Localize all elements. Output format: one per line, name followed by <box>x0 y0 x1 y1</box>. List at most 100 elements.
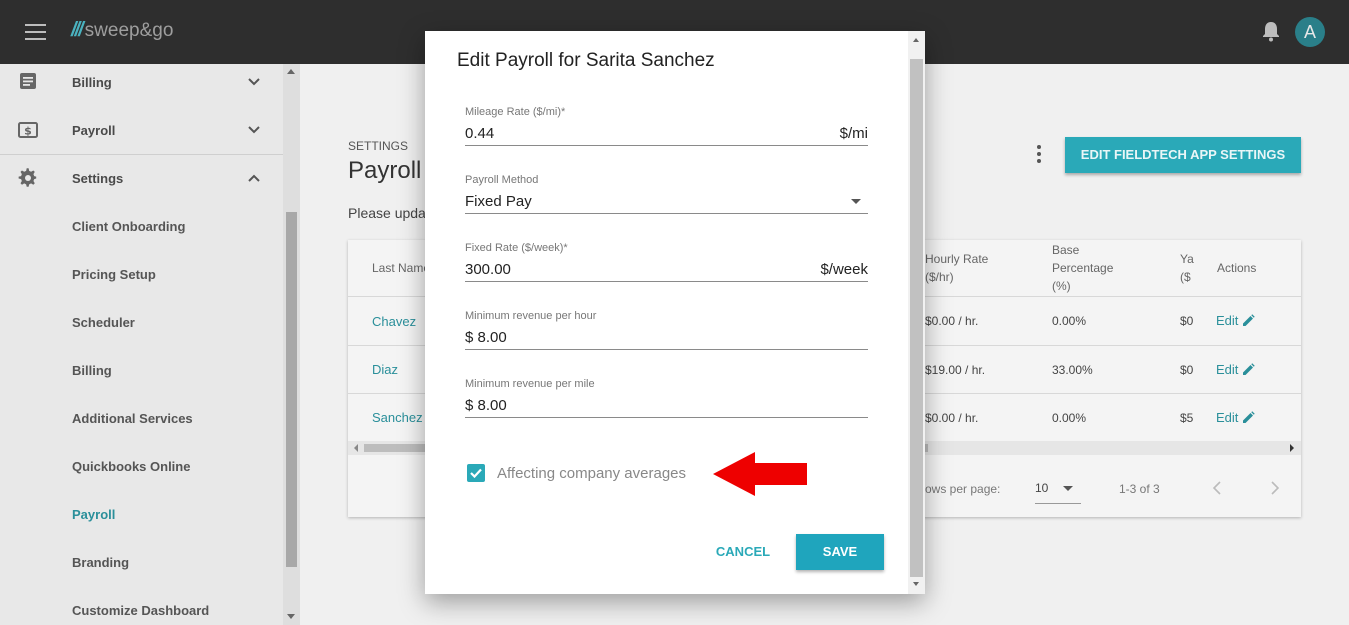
logo-text: sweep&go <box>84 19 174 41</box>
sidebar-subitem-additional-services[interactable]: Additional Services <box>0 394 283 442</box>
column-header-base-percentage[interactable]: Base Percentage (%) <box>1052 241 1113 295</box>
scroll-up-arrow-icon[interactable] <box>913 38 919 42</box>
row-hourly-rate: $0.00 / hr. <box>925 411 979 425</box>
field-value: 300.00 <box>465 261 511 278</box>
row-last-name[interactable]: Chavez <box>372 314 416 329</box>
chevron-down-icon <box>248 126 260 134</box>
app-logo[interactable]: /// sweep&go <box>71 19 173 42</box>
rows-per-page-value: 10 <box>1035 481 1049 495</box>
chevron-down-icon <box>248 78 260 86</box>
edit-link-label: Edit <box>1216 362 1239 377</box>
sidebar-subitem-payroll[interactable]: Payroll <box>0 490 283 538</box>
sidebar-subitem-label: Scheduler <box>72 314 135 330</box>
fixed-rate-input[interactable]: 300.00 $/week <box>465 256 868 282</box>
caret-down-icon <box>851 199 861 204</box>
row-base-percentage: 0.00% <box>1052 314 1087 328</box>
payroll-icon: $ <box>18 122 38 138</box>
section-label: SETTINGS <box>348 139 409 153</box>
sidebar-scrollbar[interactable] <box>283 64 300 625</box>
sidebar-subitem-quickbooks-online[interactable]: Quickbooks Online <box>0 442 283 490</box>
column-header-hourly-rate[interactable]: Hourly Rate ($/hr) <box>925 250 988 286</box>
mileage-rate-input[interactable]: 0.44 $/mi <box>465 120 868 146</box>
field-label: Minimum revenue per hour <box>465 310 597 322</box>
field-value: Fixed Pay <box>465 193 532 210</box>
scroll-down-arrow-icon[interactable] <box>913 582 919 586</box>
sidebar-subitem-branding[interactable]: Branding <box>0 538 283 586</box>
field-value: 0.44 <box>465 125 495 142</box>
user-avatar[interactable]: A <box>1295 17 1325 47</box>
sidebar-subitem-customize-dashboard[interactable]: Customize Dashboard <box>0 586 283 625</box>
scrollbar-thumb[interactable] <box>910 59 923 577</box>
sidebar-subitem-label: Client Onboarding <box>72 218 186 234</box>
scrollbar-thumb[interactable] <box>364 444 434 452</box>
min-revenue-hour-field[interactable]: Minimum revenue per hour $ 8.00 <box>465 310 868 350</box>
dialog-scrollbar[interactable] <box>908 31 925 594</box>
sidebar-subitem-scheduler[interactable]: Scheduler <box>0 298 283 346</box>
column-header-text: ($/hr) <box>925 270 954 284</box>
column-header-ya[interactable]: Ya ($ <box>1180 250 1194 286</box>
sidebar-subitem-label: Billing <box>72 362 112 378</box>
save-button[interactable]: SAVE <box>796 534 884 570</box>
mileage-rate-field[interactable]: Mileage Rate ($/mi)* 0.44 $/mi <box>465 106 868 146</box>
sidebar-item-label: Billing <box>72 74 112 90</box>
payroll-method-field[interactable]: Payroll Method Fixed Pay <box>465 174 868 214</box>
row-edit-link[interactable]: Edit <box>1216 410 1256 425</box>
column-header-text: (%) <box>1052 279 1071 293</box>
sidebar-item-settings[interactable]: Settings <box>0 154 283 202</box>
cancel-button[interactable]: CANCEL <box>708 534 778 570</box>
scroll-right-arrow-icon[interactable] <box>1288 444 1296 452</box>
affecting-averages-checkbox[interactable] <box>467 464 485 482</box>
column-header-actions: Actions <box>1217 261 1257 275</box>
column-header-text: ($ <box>1180 270 1191 284</box>
page-title: Payroll <box>348 157 422 184</box>
min-revenue-hour-input[interactable]: $ 8.00 <box>465 324 868 350</box>
rows-per-page-select[interactable]: 10 <box>1035 474 1081 504</box>
field-label: Mileage Rate ($/mi)* <box>465 106 566 118</box>
more-options-icon[interactable] <box>1037 145 1041 163</box>
scrollbar-thumb[interactable] <box>286 212 297 567</box>
sidebar-item-billing[interactable]: Billing <box>0 58 283 106</box>
chevron-left-icon[interactable] <box>1212 481 1222 495</box>
column-header-text: Base <box>1052 243 1080 257</box>
checkbox-label[interactable]: Affecting company averages <box>497 465 686 482</box>
sidebar-item-label: Settings <box>72 170 124 186</box>
pencil-icon <box>1243 411 1256 423</box>
red-arrow-annotation-icon <box>713 452 807 496</box>
edit-link-label: Edit <box>1216 313 1239 328</box>
row-ya: $0 <box>1180 314 1194 328</box>
scroll-left-arrow-icon[interactable] <box>352 444 360 452</box>
fixed-rate-field[interactable]: Fixed Rate ($/week)* 300.00 $/week <box>465 242 868 282</box>
chevron-right-icon[interactable] <box>1270 481 1280 495</box>
sidebar-subitem-billing[interactable]: Billing <box>0 346 283 394</box>
edit-fieldtech-app-settings-button[interactable]: EDIT FIELDTECH APP SETTINGS <box>1065 137 1301 173</box>
dialog-title: Edit Payroll for Sarita Sanchez <box>457 50 715 71</box>
row-base-percentage: 33.00% <box>1052 363 1093 377</box>
sidebar-subitem-client-onboarding[interactable]: Client Onboarding <box>0 202 283 250</box>
payroll-method-select[interactable]: Fixed Pay <box>465 188 868 214</box>
sidebar-subitem-pricing-setup[interactable]: Pricing Setup <box>0 250 283 298</box>
edit-payroll-dialog: Edit Payroll for Sarita Sanchez Mileage … <box>425 31 925 594</box>
hamburger-menu-icon[interactable] <box>25 24 46 40</box>
notification-bell-icon[interactable] <box>1261 20 1281 42</box>
sidebar: Billing $ Payroll Settings Client Onboar… <box>0 64 283 625</box>
scroll-up-arrow-icon[interactable] <box>287 69 295 74</box>
gear-icon <box>18 168 37 187</box>
row-hourly-rate: $0.00 / hr. <box>925 314 979 328</box>
min-revenue-mile-input[interactable]: $ 8.00 <box>465 392 868 418</box>
row-edit-link[interactable]: Edit <box>1216 362 1256 377</box>
field-value: $ 8.00 <box>465 397 507 414</box>
scroll-down-arrow-icon[interactable] <box>287 614 295 619</box>
row-base-percentage: 0.00% <box>1052 411 1087 425</box>
row-edit-link[interactable]: Edit <box>1216 313 1256 328</box>
sidebar-item-payroll[interactable]: $ Payroll <box>0 106 283 154</box>
min-revenue-mile-field[interactable]: Minimum revenue per mile $ 8.00 <box>465 378 868 418</box>
sidebar-subitem-label: Payroll <box>72 506 116 522</box>
page-hint: Please upda <box>348 205 426 221</box>
column-header-last-name[interactable]: Last Name <box>372 259 430 277</box>
column-header-text: Percentage <box>1052 261 1114 275</box>
caret-down-icon <box>1063 486 1073 491</box>
edit-link-label: Edit <box>1216 410 1239 425</box>
row-hourly-rate: $19.00 / hr. <box>925 363 986 377</box>
row-last-name[interactable]: Sanchez <box>372 410 423 425</box>
row-last-name[interactable]: Diaz <box>372 362 398 377</box>
